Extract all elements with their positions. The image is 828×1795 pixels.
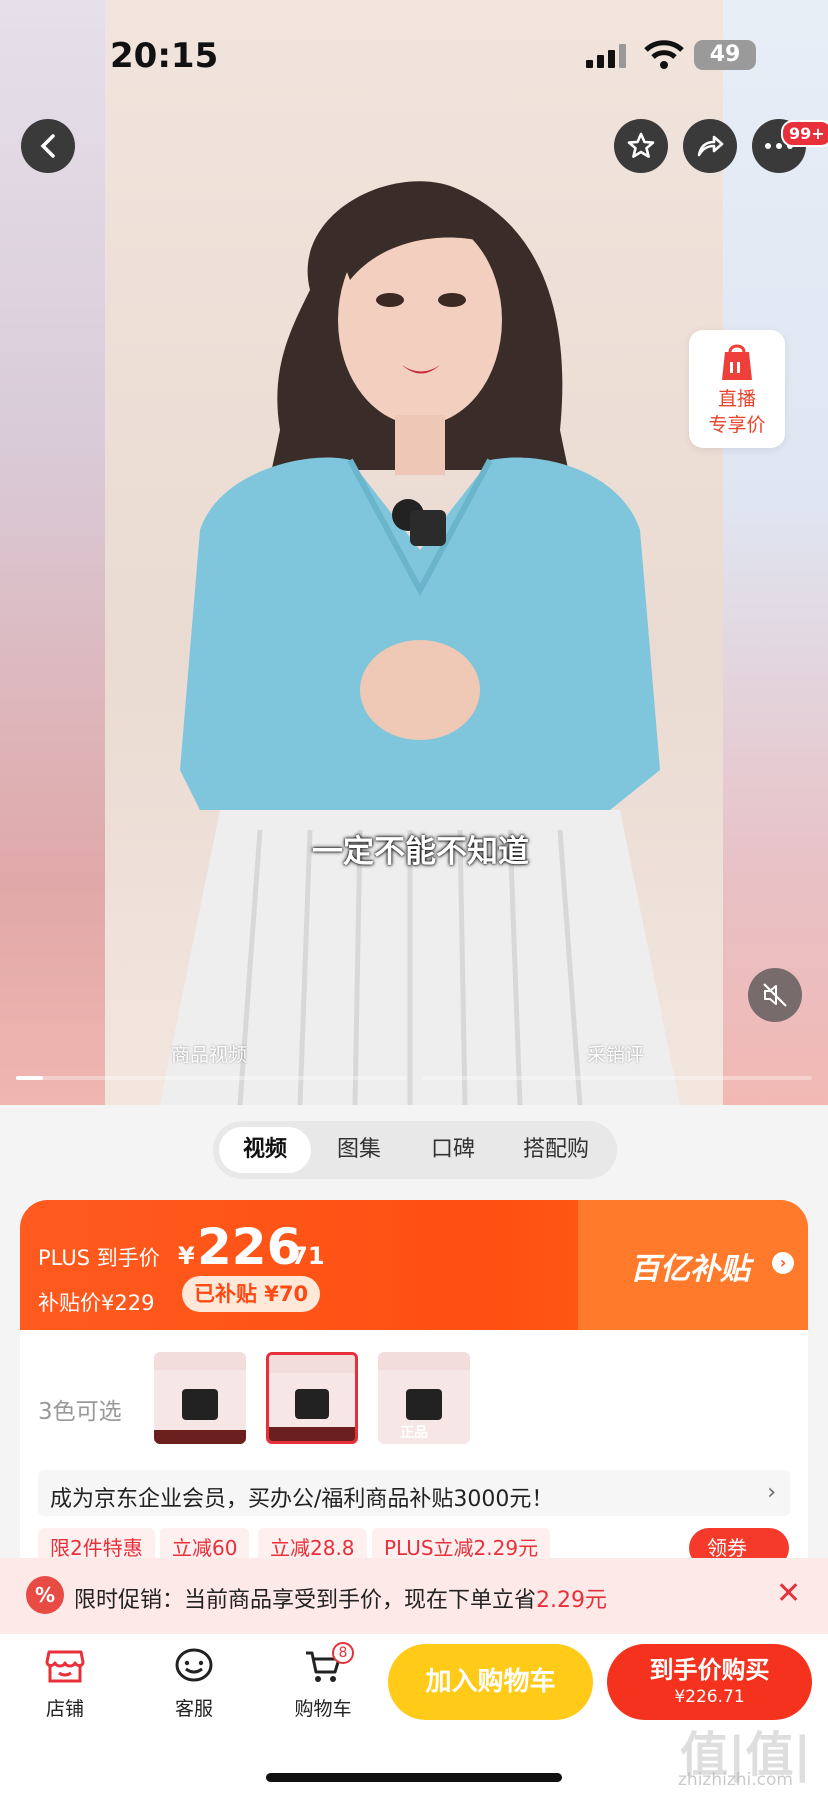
media-tabs: 视频 图集 口碑 搭配购 [213,1121,617,1179]
buy-now-price: ¥226.71 [674,1687,745,1707]
product-jar [294,1389,330,1419]
price-currency: ¥ [178,1242,195,1270]
close-icon[interactable]: ✕ [776,1576,801,1611]
chevron-left-icon [40,134,55,158]
speaker-muted-icon [763,983,787,1007]
chat-smile-icon [175,1648,213,1682]
video-label-product[interactable]: 商品视频 [171,1040,247,1067]
plus-price-label: PLUS 到手价 [38,1246,160,1270]
share-icon [697,135,724,157]
buy-now-label: 到手价购买 [649,1656,770,1684]
store-icon [45,1650,85,1683]
subsidy-program-logo[interactable]: 百亿补贴 [630,1244,750,1288]
chevron-right-icon[interactable]: › [772,1252,794,1274]
shop-button[interactable]: 店铺 [30,1648,100,1721]
status-bar: 20:15 49 [0,0,828,110]
enterprise-member-banner[interactable]: 成为京东企业会员，买办公/福利商品补贴3000元！ › [38,1470,790,1516]
share-button[interactable] [683,119,737,173]
product-page: { "status": {"time": "20:15", "battery":… [0,0,828,1795]
favorite-button[interactable] [614,119,668,173]
message-badge: 99+ [781,120,828,147]
price-decimal: .71 [282,1242,325,1270]
thumb-footer [269,1427,355,1441]
tab-video[interactable]: 视频 [219,1127,311,1173]
thumb-footer [154,1430,246,1444]
live-card-line2: 专享价 [708,414,766,436]
shop-label: 店铺 [45,1698,84,1720]
cart-count-badge: 8 [332,1642,354,1664]
thumb-tag: 正品 [400,1425,428,1441]
chevron-right-icon: › [767,1480,776,1505]
mute-button[interactable] [748,968,802,1022]
battery-indicator: 49 [694,40,756,70]
service-label: 客服 [174,1698,213,1720]
tab-bundle[interactable]: 搭配购 [501,1127,611,1173]
cart-label: 购物车 [294,1698,352,1720]
live-price-card[interactable]: 直播 专享价 [689,330,785,448]
thumb-header [269,1355,355,1373]
subsidy-chip: 已补贴 ¥70 [182,1276,321,1312]
presenter-image [160,181,680,1105]
customer-service-button[interactable]: 客服 [159,1648,229,1721]
video-progress-fill [16,1076,44,1080]
home-indicator[interactable] [266,1773,562,1782]
star-icon [627,132,655,158]
product-jar [181,1388,219,1421]
variant-thumb-1[interactable] [154,1352,246,1444]
variant-thumb-3[interactable]: 正品 [378,1352,470,1444]
video-progress-1 [16,1076,406,1080]
promo-text: 限时促销：当前商品享受到手价，现在下单立省2.29元 [74,1582,607,1614]
variant-thumb-2[interactable] [266,1352,358,1444]
thumb-header [154,1352,246,1370]
add-to-cart-button[interactable]: 加入购物车 [388,1644,593,1720]
buy-now-button[interactable]: 到手价购买 ¥226.71 [607,1644,812,1720]
promo-amount: 2.29元 [536,1588,608,1613]
member-text: 成为京东企业会员，买办公/福利商品补贴3000元！ [50,1487,554,1512]
live-card-line1: 直播 [717,388,756,410]
back-button[interactable] [21,119,75,173]
tab-reviews[interactable]: 口碑 [407,1127,499,1173]
promo-notice-bar[interactable]: % 限时促销：当前商品享受到手价，现在下单立省2.29元 ✕ [0,1558,828,1634]
tab-gallery[interactable]: 图集 [313,1127,405,1173]
video-progress-2 [422,1076,812,1080]
percent-icon: % [26,1576,64,1614]
status-time: 20:15 [110,36,219,76]
video-subtitle: 一定不能不知道 [312,834,529,870]
price-banner: PLUS 到手价 ¥ 226 .71 补贴价¥229 已补贴 ¥70 百亿补贴 … [20,1200,808,1330]
cart-button[interactable]: 8 购物车 [288,1642,358,1721]
live-bag-icon [722,344,752,380]
thumb-header [378,1352,470,1370]
product-jar [405,1388,443,1421]
video-label-review[interactable]: 采销评 [587,1040,644,1067]
watermark-url: zhizhizhi.com [678,1770,793,1790]
product-video[interactable]: 20:15 49 99+ 直播 专享价 一定不能不知道 商品视频 采销评 [0,0,828,1105]
promo-message: 限时促销：当前商品享受到手价，现在下单立省 [74,1588,537,1613]
subsidy-price-label: 补贴价¥229 [38,1291,155,1315]
wifi-icon [644,40,684,69]
variant-count-label[interactable]: 3色可选 [38,1392,122,1426]
signal-icon [586,44,626,68]
